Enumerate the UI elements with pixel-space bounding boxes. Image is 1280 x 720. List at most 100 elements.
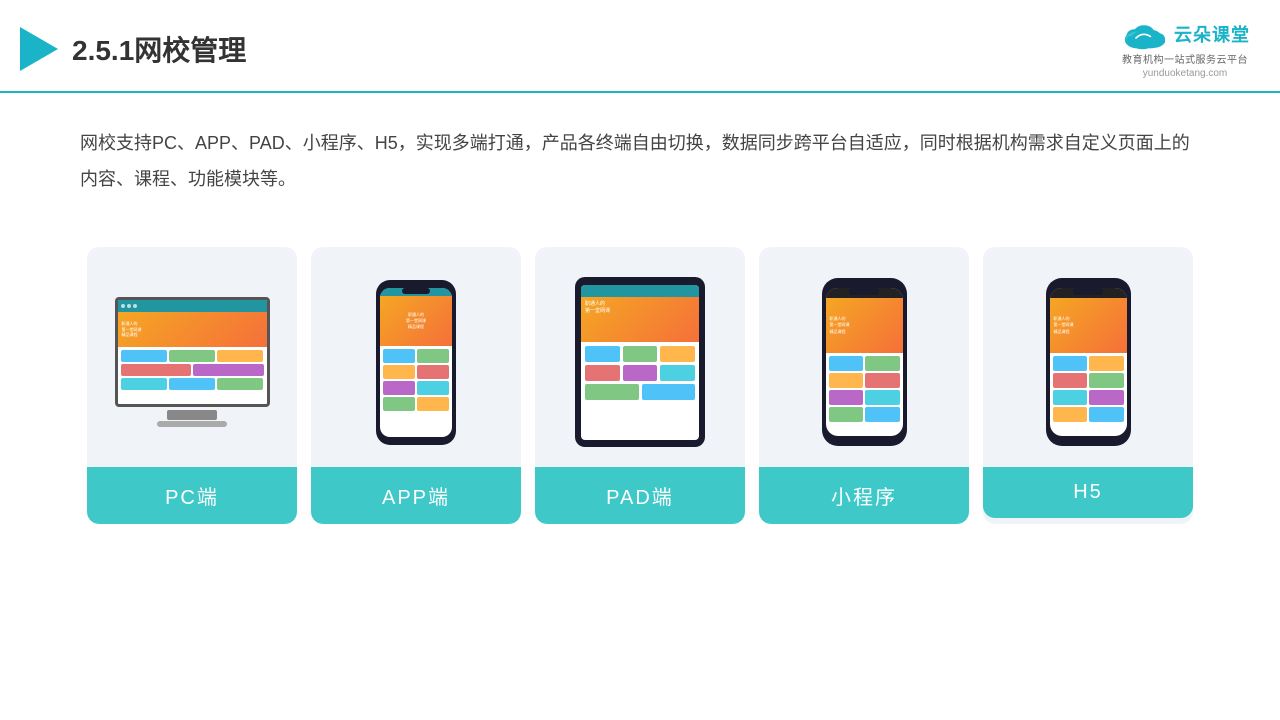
mini-row bbox=[1053, 390, 1124, 405]
mini-phone-body bbox=[826, 353, 903, 427]
monitor-mockup: 职通人的第一堂网课精品课程 bbox=[115, 297, 270, 427]
mini-card bbox=[660, 346, 695, 362]
tablet-row bbox=[585, 384, 695, 400]
card-pc-image: 职通人的第一堂网课精品课程 bbox=[87, 247, 297, 467]
header: 2.5.1网校管理 云朵课堂 教育机构一站式服务云平台 yunduoketang… bbox=[0, 0, 1280, 93]
mini-card bbox=[383, 381, 415, 395]
logo-url: yunduoketang.com bbox=[1143, 68, 1228, 79]
h5-phone-body bbox=[1050, 353, 1127, 427]
mini-card bbox=[585, 384, 639, 400]
mini-card bbox=[121, 350, 167, 362]
h5-hero-text: 职通人的第一堂网课精品课程 bbox=[1054, 316, 1074, 335]
mini-card bbox=[1089, 390, 1124, 405]
tablet-hero: 职通人的第一堂网课 bbox=[581, 297, 699, 342]
mini-card bbox=[417, 349, 449, 363]
h5-phone-screen: 职通人的第一堂网课精品课程 bbox=[1050, 288, 1127, 436]
mini-card bbox=[417, 365, 449, 379]
h5-phone-hero: 职通人的第一堂网课精品课程 bbox=[1050, 298, 1127, 353]
nav-dot bbox=[127, 304, 131, 308]
card-h5-image: 职通人的第一堂网课精品课程 bbox=[983, 247, 1193, 467]
card-miniprogram: 职通人的第一堂网课精品课程 bbox=[759, 247, 969, 524]
phone-row bbox=[383, 397, 449, 411]
screen-row bbox=[121, 378, 264, 390]
card-pc: 职通人的第一堂网课精品课程 bbox=[87, 247, 297, 524]
mini-row bbox=[1053, 373, 1124, 388]
monitor-base bbox=[157, 421, 227, 427]
card-h5: 职通人的第一堂网课精品课程 bbox=[983, 247, 1193, 524]
mini-phone-screen: 职通人的第一堂网课精品课程 bbox=[826, 288, 903, 436]
mini-row bbox=[1053, 407, 1124, 422]
h5-phone-mockup: 职通人的第一堂网课精品课程 bbox=[1046, 278, 1131, 446]
tablet-screen: 职通人的第一堂网课 bbox=[581, 285, 699, 440]
mini-card bbox=[865, 407, 900, 422]
tablet-nav bbox=[581, 285, 699, 297]
page-title: 2.5.1网校管理 bbox=[72, 29, 246, 69]
phone-row bbox=[383, 381, 449, 395]
phone-mockup: 职通人的第一堂网课精品课程 bbox=[376, 280, 456, 445]
screen-row bbox=[121, 364, 264, 376]
mini-card bbox=[383, 397, 415, 411]
mini-hero-text: 职通人的第一堂网课精品课程 bbox=[830, 316, 850, 335]
mini-card bbox=[121, 364, 192, 376]
card-app-image: 职通人的第一堂网课精品课程 bbox=[311, 247, 521, 467]
logo-text-cn: 云朵课堂 bbox=[1174, 21, 1250, 47]
monitor-stand bbox=[167, 410, 217, 420]
mini-card bbox=[417, 381, 449, 395]
header-left: 2.5.1网校管理 bbox=[20, 27, 246, 71]
screen-nav bbox=[118, 300, 267, 312]
mini-card bbox=[121, 378, 167, 390]
phone-row bbox=[383, 349, 449, 363]
card-app-label: APP端 bbox=[311, 467, 521, 524]
phone-hero: 职通人的第一堂网课精品课程 bbox=[380, 296, 452, 346]
mini-card bbox=[865, 356, 900, 371]
phone-row bbox=[383, 365, 449, 379]
nav-dot bbox=[121, 304, 125, 308]
mini-card bbox=[623, 365, 658, 381]
mini-card bbox=[829, 407, 864, 422]
mini-card bbox=[217, 350, 263, 362]
mini-card bbox=[417, 397, 449, 411]
mini-card bbox=[1053, 390, 1088, 405]
mini-card bbox=[1053, 373, 1088, 388]
hero-text: 职通人的第一堂网课精品课程 bbox=[122, 321, 142, 338]
tablet-row bbox=[585, 346, 695, 362]
mini-card bbox=[383, 349, 415, 363]
card-h5-label: H5 bbox=[983, 467, 1193, 518]
play-icon bbox=[20, 27, 58, 71]
h5-phone-notch bbox=[1073, 288, 1103, 295]
phone-screen: 职通人的第一堂网课精品课程 bbox=[380, 288, 452, 437]
mini-card bbox=[169, 350, 215, 362]
card-pad-label: PAD端 bbox=[535, 467, 745, 524]
mini-card bbox=[865, 390, 900, 405]
mini-phone-mockup: 职通人的第一堂网课精品课程 bbox=[822, 278, 907, 446]
logo-area: 云朵课堂 教育机构一站式服务云平台 yunduoketang.com bbox=[1120, 18, 1250, 79]
mini-card bbox=[585, 365, 620, 381]
card-mini-label: 小程序 bbox=[759, 467, 969, 524]
card-pad-image: 职通人的第一堂网课 bbox=[535, 247, 745, 467]
phone-notch bbox=[402, 288, 430, 294]
screen-hero: 职通人的第一堂网课精品课程 bbox=[118, 312, 267, 347]
cards-container: 职通人的第一堂网课精品课程 bbox=[0, 227, 1280, 524]
mini-phone-hero: 职通人的第一堂网课精品课程 bbox=[826, 298, 903, 353]
phone-hero-text: 职通人的第一堂网课精品课程 bbox=[406, 312, 426, 330]
mini-card bbox=[865, 373, 900, 388]
mini-card bbox=[829, 356, 864, 371]
mini-card bbox=[1089, 356, 1124, 371]
mini-card bbox=[585, 346, 620, 362]
mini-card bbox=[829, 373, 864, 388]
description-text: 网校支持PC、APP、PAD、小程序、H5，实现多端打通，产品各终端自由切换，数… bbox=[80, 133, 1190, 189]
phone-body bbox=[380, 346, 452, 414]
cloud-icon bbox=[1120, 18, 1168, 50]
mini-card bbox=[1089, 407, 1124, 422]
mini-phone-notch bbox=[849, 288, 879, 295]
mini-card bbox=[1053, 407, 1088, 422]
mini-card bbox=[642, 384, 696, 400]
screen-row bbox=[121, 350, 264, 362]
card-app: 职通人的第一堂网课精品课程 bbox=[311, 247, 521, 524]
card-pc-label: PC端 bbox=[87, 467, 297, 524]
mini-card bbox=[193, 364, 264, 376]
mini-card bbox=[1089, 373, 1124, 388]
card-mini-image: 职通人的第一堂网课精品课程 bbox=[759, 247, 969, 467]
mini-card bbox=[217, 378, 263, 390]
mini-card bbox=[660, 365, 695, 381]
